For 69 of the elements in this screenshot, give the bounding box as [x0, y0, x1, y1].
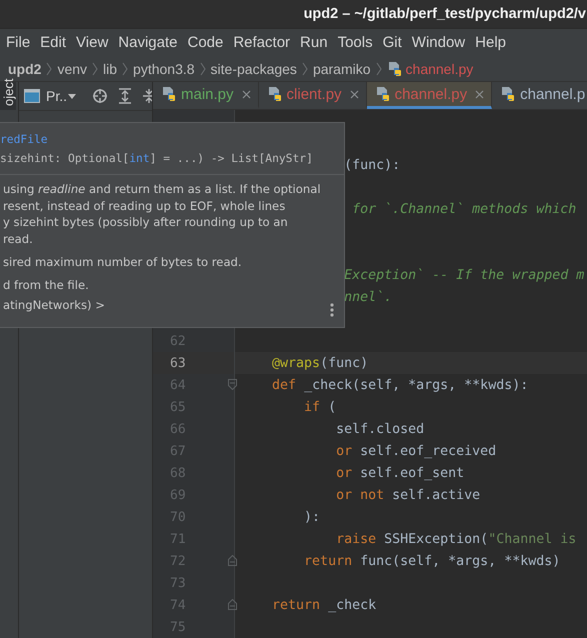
- code-line: self.closed: [336, 422, 424, 436]
- fold-icon[interactable]: [228, 379, 237, 390]
- signature-line: sizehint: Optional[int] = ...) -> List[AnyStr]: [0, 151, 313, 167]
- breadcrumb-item[interactable]: upd2: [8, 60, 42, 76]
- doc-text: y sizehint bytes (possibly after rounding up to an: [3, 214, 288, 230]
- code-line: if (: [304, 400, 336, 414]
- window-title: upd2 – ~/gitlab/perf_test/pycharm/upd2/v: [304, 6, 586, 22]
- breadcrumb-item[interactable]: paramiko: [312, 60, 371, 76]
- menu-item[interactable]: File: [1, 34, 36, 51]
- code-line: nnel`.: [344, 290, 392, 304]
- signature-line: redFile: [0, 132, 48, 148]
- menu-item[interactable]: Navigate: [113, 34, 182, 51]
- doc-text: sired maximum number of bytes to read.: [3, 254, 242, 270]
- code-line: ):: [304, 510, 320, 524]
- close-icon[interactable]: [475, 90, 484, 98]
- menu-item[interactable]: Help: [470, 34, 511, 51]
- menu-item[interactable]: Tools: [332, 34, 378, 51]
- chevron-icon: [122, 60, 128, 76]
- breadcrumb-item[interactable]: python3.8: [133, 60, 195, 76]
- doc-text: resent, instead of reading up to EOF, whole lines: [3, 198, 286, 214]
- code-line: or self.eof_sent: [336, 466, 464, 480]
- chevron-icon: [200, 60, 206, 76]
- code-line: raise SSHException("Channel is: [336, 532, 576, 546]
- code-line: for `.Channel` methods which: [352, 202, 576, 216]
- breadcrumb-item[interactable]: venv: [57, 60, 88, 76]
- menu-item[interactable]: View: [71, 34, 114, 51]
- chevron-icon: [46, 60, 52, 76]
- breadcrumb-item[interactable]: site-packages: [210, 60, 297, 76]
- breadcrumb-item[interactable]: lib: [103, 60, 118, 76]
- code-line: or self.eof_received: [336, 444, 496, 458]
- fold-icon[interactable]: [228, 599, 237, 610]
- collapse-all-icon[interactable]: [142, 88, 152, 104]
- menu-item[interactable]: Refactor: [228, 34, 296, 51]
- close-icon[interactable]: [350, 90, 359, 98]
- editor-tab[interactable]: channel.p: [492, 82, 587, 109]
- doc-text: using readline and return them as a list. If the optional: [3, 181, 321, 198]
- editor-tab[interactable]: main.py: [153, 82, 259, 109]
- python-file-icon: [500, 86, 516, 102]
- more-options-icon[interactable]: [330, 303, 334, 317]
- doc-text: d from the file.: [3, 276, 89, 293]
- code-line: @wraps(func): [272, 356, 368, 370]
- code-line: (func):: [344, 158, 400, 172]
- line-number: 63: [170, 356, 186, 370]
- python-file-icon: [161, 86, 177, 102]
- menu-item[interactable]: Git: [378, 34, 407, 51]
- code-line: or not self.active: [336, 488, 480, 502]
- fold-icon[interactable]: [228, 555, 237, 566]
- menu-item[interactable]: Edit: [35, 34, 72, 51]
- caret-icon[interactable]: [68, 94, 76, 98]
- close-icon[interactable]: [242, 90, 251, 98]
- doc-text: read.: [3, 230, 33, 247]
- code-line: Exception` -- If the wrapped m: [344, 268, 584, 282]
- chevron-icon: [92, 60, 98, 76]
- crosshair-icon[interactable]: [92, 88, 108, 104]
- python-file-icon: [266, 86, 283, 102]
- window-icon: [24, 89, 40, 103]
- menu-item[interactable]: Code: [182, 34, 228, 51]
- chevron-icon: [376, 60, 382, 76]
- expand-all-icon[interactable]: [118, 88, 132, 104]
- code-line: return _check: [272, 598, 376, 612]
- menu-item[interactable]: Window: [406, 34, 470, 51]
- python-file-icon: [386, 60, 403, 76]
- chevron-icon: [302, 60, 308, 76]
- code-line: return func(self, *args, **kwds): [304, 554, 560, 568]
- code-line: def _check(self, *args, **kwds):: [272, 378, 528, 392]
- menu-item[interactable]: Run: [295, 34, 333, 51]
- doc-text: atingNetworks) >: [3, 297, 105, 314]
- view-selector[interactable]: Pr..: [46, 88, 68, 104]
- python-file-icon: [374, 86, 391, 102]
